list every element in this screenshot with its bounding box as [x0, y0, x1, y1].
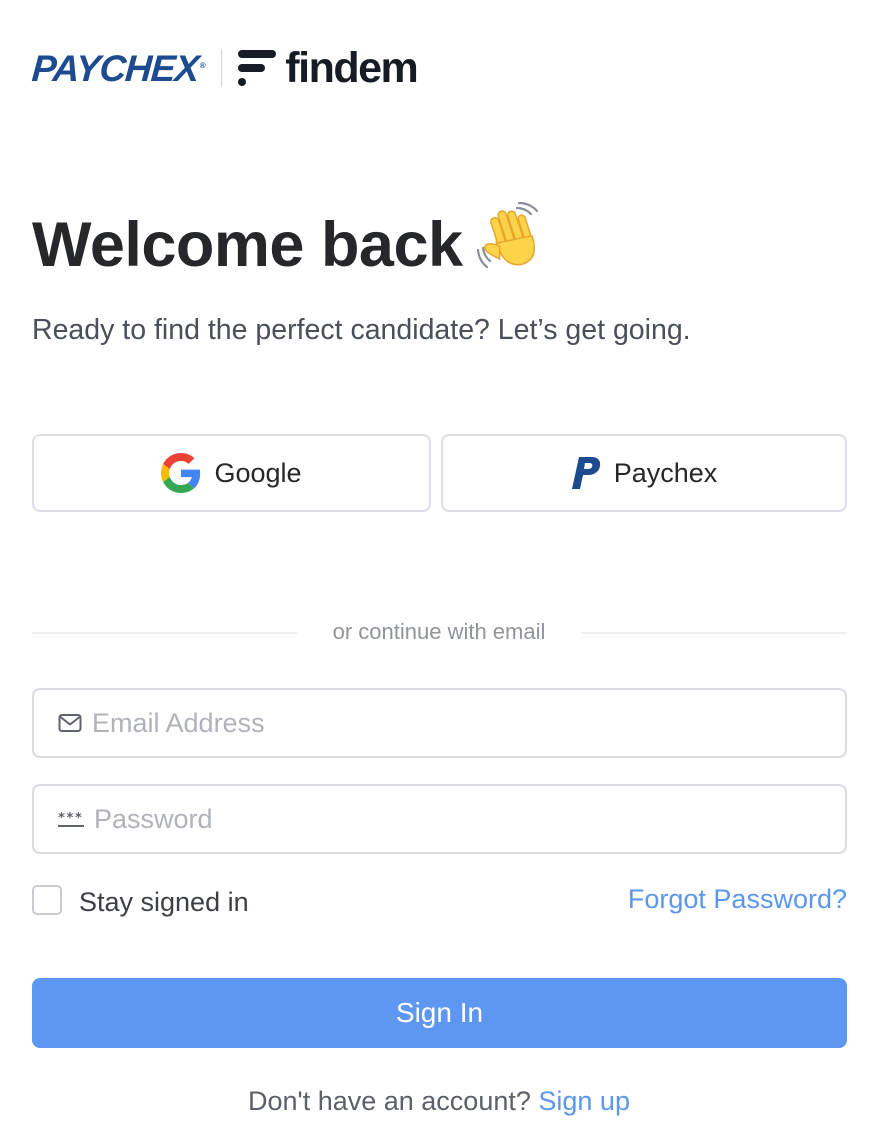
password-field[interactable]: * * *	[32, 784, 847, 854]
stay-signed-in-checkbox[interactable]	[32, 885, 62, 915]
divider-line-right	[581, 632, 847, 634]
google-button-label: Google	[214, 457, 302, 488]
page-title: Welcome back	[32, 201, 547, 289]
paychex-logo: PAYCHEX®	[30, 47, 205, 89]
registered-mark: ®	[199, 60, 205, 70]
password-dots-icon: * * *	[58, 811, 84, 827]
forgot-password-link[interactable]: Forgot Password?	[628, 881, 847, 917]
sign-up-link[interactable]: Sign up	[538, 1086, 630, 1116]
waving-hand-icon	[476, 201, 547, 289]
svg-text:*: *	[67, 811, 74, 826]
paychex-sign-in-button[interactable]: Paychex	[441, 434, 847, 512]
findem-mark-icon	[238, 50, 277, 86]
signup-prompt: Don't have an account? Sign up	[0, 1082, 878, 1120]
email-input[interactable]	[92, 707, 845, 739]
stay-signed-in-label[interactable]: Stay signed in	[79, 884, 249, 920]
logo-divider	[221, 49, 223, 87]
password-input[interactable]	[94, 803, 845, 835]
email-field[interactable]	[32, 688, 847, 758]
divider-line-left	[32, 632, 297, 634]
page-subtitle: Ready to find the perfect candidate? Let…	[32, 314, 691, 346]
paychex-button-label: Paychex	[613, 457, 718, 488]
signup-prompt-text: Don't have an account?	[248, 1086, 531, 1116]
svg-text:*: *	[75, 811, 82, 826]
findem-logo: findem	[285, 43, 418, 92]
svg-text:*: *	[58, 811, 65, 826]
paychex-p-icon	[571, 457, 600, 489]
google-icon	[161, 453, 201, 493]
divider-text: or continue with email	[332, 619, 546, 644]
mail-icon	[58, 714, 82, 732]
google-sign-in-button[interactable]: Google	[32, 434, 431, 512]
brand-logos: PAYCHEX® findem	[30, 43, 419, 92]
sign-in-button[interactable]: Sign In	[32, 978, 847, 1048]
page-title-text: Welcome back	[32, 210, 463, 280]
